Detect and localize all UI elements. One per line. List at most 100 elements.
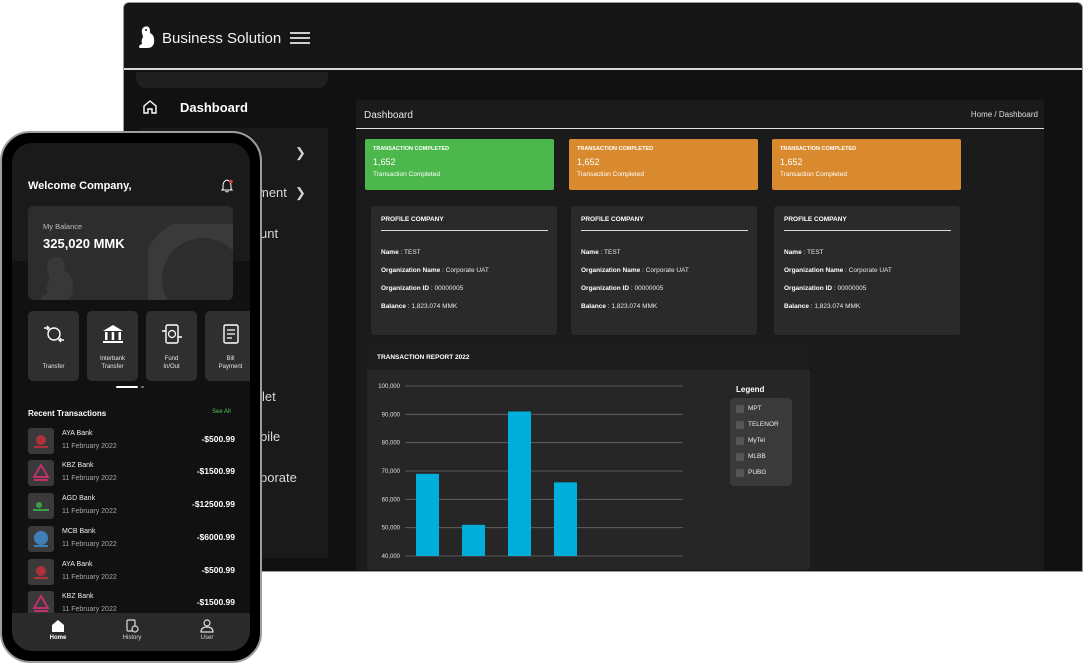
- legend-label: TELENOR: [748, 421, 779, 428]
- sidebar-item-label[interactable]: porate: [260, 470, 297, 485]
- profile-balance-row: Balance : 1,823.074 MMK: [581, 303, 658, 310]
- profile-name-row: Name : TEST: [784, 249, 824, 256]
- transaction-report: TRANSACTION REPORT 2022 100,000 90,000 80,…: [367, 344, 810, 570]
- profile-name-row: Name : TEST: [581, 249, 621, 256]
- hamburger-menu-icon[interactable]: [290, 32, 310, 48]
- stat-header: TRANSACTION COMPLETED: [373, 146, 450, 152]
- sidebar-item-label[interactable]: bile: [260, 429, 280, 444]
- legend-swatch[interactable]: [736, 469, 744, 477]
- transaction-date: 11 February 2022: [62, 508, 117, 515]
- sidebar-item-label[interactable]: let: [262, 389, 276, 404]
- stat-subtitle: Transaction Completed: [373, 171, 440, 178]
- transaction-row[interactable]: AGD Bank 11 February 2022 -$12500.99: [28, 493, 235, 521]
- profile-org-row: Organization Name : Corporate UAT: [381, 267, 489, 274]
- transaction-amount: -$500.99: [201, 565, 235, 575]
- nav-user[interactable]: User: [182, 619, 232, 641]
- fund-icon: [162, 324, 182, 344]
- chevron-right-icon[interactable]: ❯: [295, 185, 306, 201]
- profile-name-row: Name : TEST: [381, 249, 421, 256]
- bar-mlbb[interactable]: [554, 482, 577, 556]
- interbank-label-line2: Transfer: [101, 364, 124, 370]
- bar-mpt[interactable]: [416, 473, 439, 556]
- bill-label-line2: Payment: [218, 364, 243, 370]
- transaction-date: 11 February 2022: [62, 475, 117, 482]
- fund-label-line1: Fund: [164, 356, 179, 362]
- transaction-amount: -$12500.99: [191, 499, 235, 509]
- divider: [381, 230, 548, 231]
- transaction-row[interactable]: MCB Bank 11 February 2022 -$6000.99: [28, 526, 235, 554]
- interbank-transfer-button[interactable]: Interbank Transfer: [87, 311, 138, 381]
- profile-header: PROFILE COMPANY: [381, 216, 444, 223]
- balance-label: My Balance: [43, 222, 83, 231]
- carousel-indicator: [116, 386, 144, 388]
- breadcrumb[interactable]: Home / Dashboard: [971, 110, 1038, 119]
- transaction-bank: AGD Bank: [62, 495, 96, 502]
- app-title: Business Solution: [162, 30, 282, 47]
- profile-balance-row: Balance : 1,823.074 MMK: [381, 303, 458, 310]
- transaction-bank: KBZ Bank: [62, 462, 94, 469]
- profile-header: PROFILE COMPANY: [581, 216, 644, 223]
- transaction-date: 11 February 2022: [62, 443, 117, 450]
- main-content: Dashboard Home / Dashboard TRANSACTION C…: [356, 100, 1044, 570]
- stat-card: TRANSACTION COMPLETED 1,652 Transaction …: [365, 139, 554, 190]
- nav-history[interactable]: History: [107, 619, 157, 641]
- sidebar-item-top[interactable]: [136, 72, 328, 88]
- bell-icon[interactable]: [221, 179, 233, 193]
- transaction-row[interactable]: AYA Bank 11 February 2022 -$500.99: [28, 559, 235, 587]
- y-tick-label: 100,000: [378, 384, 400, 390]
- stat-subtitle: Transaction Completed: [780, 171, 847, 178]
- sidebar-item-label[interactable]: ment: [258, 185, 287, 200]
- profile-id-row: Organization ID : 00000005: [581, 285, 664, 292]
- stat-card: TRANSACTION COMPLETED 1,652 Transaction …: [772, 139, 961, 190]
- aya-bank-logo-icon: [28, 559, 54, 585]
- user-icon: [200, 619, 214, 633]
- desktop-window: Business Solution Dashboard ❯ ment ❯ unt…: [123, 2, 1083, 572]
- transaction-bank: KBZ Bank: [62, 593, 94, 600]
- bottom-nav: Home History User: [12, 613, 250, 651]
- divider: [581, 230, 748, 231]
- watermark-logo-icon: [41, 256, 73, 300]
- y-tick-label: 60,000: [382, 497, 401, 503]
- y-tick-label: 40,000: [382, 554, 401, 560]
- stat-header: TRANSACTION COMPLETED: [780, 146, 857, 152]
- stat-subtitle: Transaction Completed: [577, 171, 644, 178]
- top-bar: Business Solution: [124, 3, 1082, 70]
- sidebar-item-label[interactable]: unt: [260, 226, 278, 241]
- see-all-link[interactable]: See All: [212, 409, 231, 415]
- legend-swatch[interactable]: [736, 405, 744, 413]
- bar-telenor[interactable]: [462, 524, 485, 556]
- balance-card: My Balance 325,020 MMK: [28, 206, 233, 300]
- nav-home-label: Home: [49, 635, 67, 641]
- report-header: TRANSACTION REPORT 2022: [367, 344, 810, 370]
- chevron-right-icon[interactable]: ❯: [295, 145, 306, 161]
- legend-swatch[interactable]: [736, 453, 744, 461]
- nav-home[interactable]: Home: [33, 619, 83, 641]
- legend-label: PUBG: [748, 469, 767, 476]
- history-icon: [126, 619, 139, 633]
- bill-payment-button[interactable]: Bill Payment: [205, 311, 250, 381]
- bank-icon: [103, 325, 123, 343]
- profile-header: PROFILE COMPANY: [784, 216, 847, 223]
- legend: MPT TELENOR MyTel MLBB PUBG: [730, 398, 792, 486]
- phone-screen: Welcome Company, My Balance 325,020 MMK …: [12, 143, 250, 651]
- legend-swatch[interactable]: [736, 421, 744, 429]
- transfer-icon: [44, 325, 64, 343]
- interbank-label-line1: Interbank: [99, 356, 126, 362]
- legend-swatch[interactable]: [736, 437, 744, 445]
- agd-bank-logo-icon: [28, 493, 54, 519]
- stat-value: 1,652: [577, 157, 600, 167]
- fund-in-out-button[interactable]: Fund In/Out: [146, 311, 197, 381]
- profile-id-row: Organization ID : 00000005: [784, 285, 867, 292]
- transaction-row[interactable]: AYA Bank 11 February 2022 -$500.99: [28, 428, 235, 456]
- transfer-button[interactable]: Transfer: [28, 311, 79, 381]
- divider: [784, 230, 951, 231]
- bar-mytel[interactable]: [508, 411, 531, 557]
- welcome-text: Welcome Company,: [28, 180, 132, 192]
- transaction-date: 11 February 2022: [62, 574, 117, 581]
- y-tick-label: 70,000: [382, 469, 401, 475]
- card-decoration: [148, 224, 233, 300]
- transaction-row[interactable]: KBZ Bank 11 February 2022 -$1500.99: [28, 460, 235, 488]
- transfer-label: Transfer: [42, 364, 65, 370]
- kbz-bank-logo-icon: [28, 460, 54, 486]
- transaction-amount: -$1500.99: [196, 466, 235, 476]
